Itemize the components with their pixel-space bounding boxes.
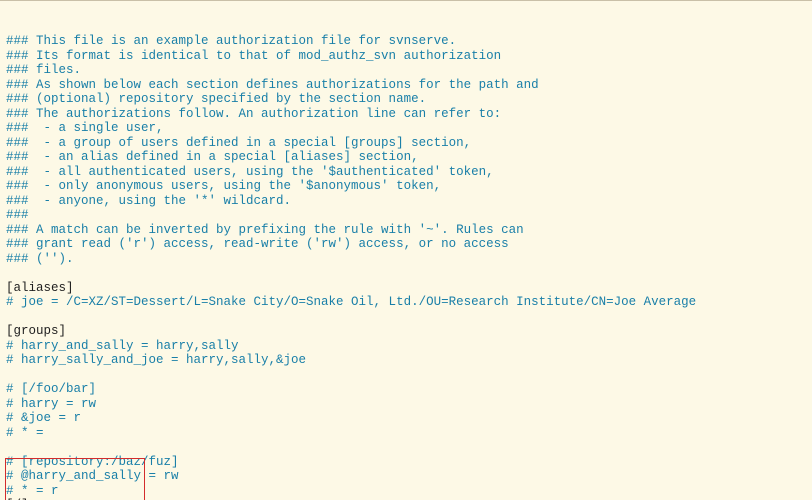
code-line: # * =: [6, 426, 806, 441]
code-line: ### files.: [6, 63, 806, 78]
code-line: ### - an alias defined in a special [ali…: [6, 150, 806, 165]
code-line: # harry_sally_and_joe = harry,sally,&joe: [6, 353, 806, 368]
code-line: ### - anyone, using the '*' wildcard.: [6, 194, 806, 209]
code-line: ### - only anonymous users, using the '$…: [6, 179, 806, 194]
code-line: ### (optional) repository specified by t…: [6, 92, 806, 107]
code-line: ### - a single user,: [6, 121, 806, 136]
code-line: [groups]: [6, 324, 806, 339]
code-line: # @harry_and_sally = rw: [6, 469, 806, 484]
code-line: ### ('').: [6, 252, 806, 267]
code-line: ### grant read ('r') access, read-write …: [6, 237, 806, 252]
code-line: # joe = /C=XZ/ST=Dessert/L=Snake City/O=…: [6, 295, 806, 310]
editor-viewport[interactable]: ### This file is an example authorizatio…: [0, 0, 812, 500]
code-line: # &joe = r: [6, 411, 806, 426]
file-content: ### This file is an example authorizatio…: [6, 34, 806, 500]
code-line: ### Its format is identical to that of m…: [6, 49, 806, 64]
code-line: ### This file is an example authorizatio…: [6, 34, 806, 49]
code-line: ### - all authenticated users, using the…: [6, 165, 806, 180]
code-line: [6, 440, 806, 455]
code-line: ### The authorizations follow. An author…: [6, 107, 806, 122]
code-line: # harry = rw: [6, 397, 806, 412]
code-line: [6, 368, 806, 383]
code-line: ###: [6, 208, 806, 223]
code-line: # [repository:/baz/fuz]: [6, 455, 806, 470]
code-line: [6, 310, 806, 325]
code-line: ### A match can be inverted by prefixing…: [6, 223, 806, 238]
code-line: # [/foo/bar]: [6, 382, 806, 397]
code-line: [aliases]: [6, 281, 806, 296]
code-line: ### As shown below each section defines …: [6, 78, 806, 93]
code-line: # harry_and_sally = harry,sally: [6, 339, 806, 354]
code-line: # * = r: [6, 484, 806, 499]
code-line: [6, 266, 806, 281]
code-line: ### - a group of users defined in a spec…: [6, 136, 806, 151]
